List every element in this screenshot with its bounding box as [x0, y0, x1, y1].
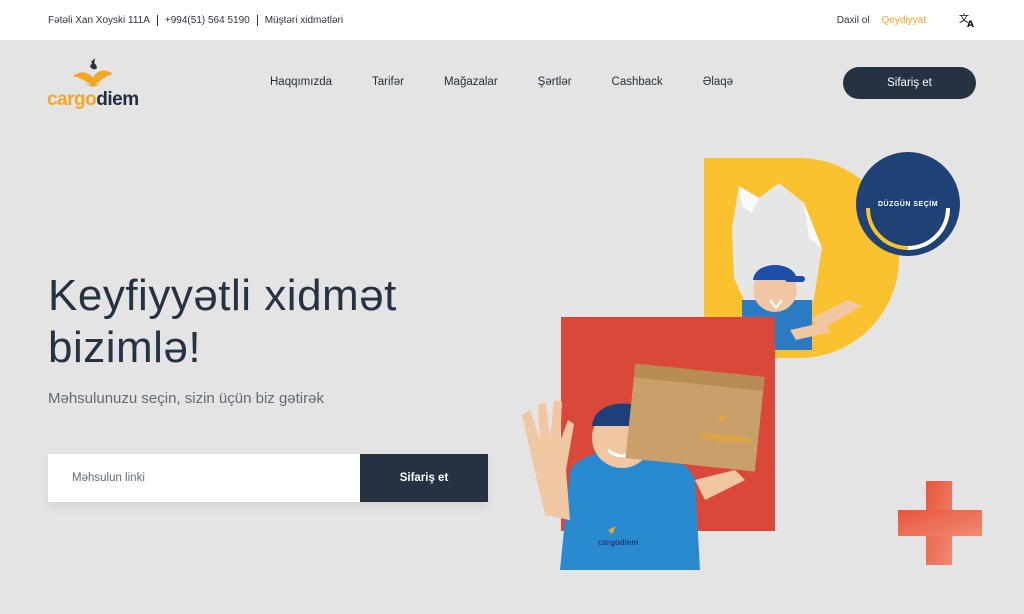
address-text: Fətəli Xan Xoyski 111A: [48, 14, 150, 26]
svg-text:A: A: [967, 20, 974, 28]
login-link[interactable]: Daxil ol: [837, 15, 870, 26]
nav-terms[interactable]: Şərtlər: [538, 76, 572, 88]
top-info-bar: Fətəli Xan Xoyski 111A +994(51) 564 5190…: [0, 0, 1024, 40]
customer-service-link[interactable]: Müştəri xidmətləri: [265, 15, 343, 26]
divider: [256, 14, 258, 26]
nav-cashback[interactable]: Cashback: [612, 76, 663, 88]
phone-link[interactable]: +994(51) 564 5190: [165, 15, 250, 26]
contact-info: Fətəli Xan Xoyski 111A +994(51) 564 5190…: [48, 14, 343, 26]
logo-wordmark: cargodiem: [47, 89, 139, 111]
right-choice-badge: DÜZGÜN SEÇİM: [856, 152, 960, 256]
hero-subtitle: Məhsulunuzu seçin, sizin üçün biz gətirə…: [48, 390, 324, 407]
decorative-plus-shape: [898, 481, 982, 565]
auth-links: Daxil ol Qeydiyyat 文 A: [837, 11, 976, 29]
order-button[interactable]: Sifariş et: [843, 67, 976, 99]
product-link-form: Sifariş et: [48, 454, 488, 502]
nav-about[interactable]: Haqqımızda: [270, 76, 332, 88]
logo-text-cargo: cargo: [47, 89, 97, 110]
logo-text-diem: diem: [96, 89, 139, 110]
hero-title: Keyfiyyətli xidmət bizimlə!: [48, 271, 397, 372]
submit-order-button[interactable]: Sifariş et: [360, 454, 488, 502]
shirt-brand-text: cargodiem: [598, 538, 638, 547]
nav-tariffs[interactable]: Tarifər: [372, 76, 404, 88]
divider: [156, 14, 158, 26]
bird-logo-icon: [73, 58, 113, 87]
courier-with-box-image: cargodiem cargodiem: [522, 363, 765, 570]
translate-icon[interactable]: 文 A: [958, 11, 976, 29]
cargodiem-logo[interactable]: cargodiem: [47, 56, 157, 112]
register-link[interactable]: Qeydiyyat: [882, 15, 926, 26]
badge-arc-icon: [866, 207, 950, 250]
nav-stores[interactable]: Mağazalar: [444, 76, 498, 88]
product-link-input[interactable]: [48, 454, 360, 502]
main-nav: Haqqımızda Tarifər Mağazalar Şərtlər Cas…: [270, 76, 773, 88]
main-header: cargodiem Haqqımızda Tarifər Mağazalar Ş…: [0, 40, 1024, 126]
nav-contact[interactable]: Əlaqə: [703, 76, 733, 88]
